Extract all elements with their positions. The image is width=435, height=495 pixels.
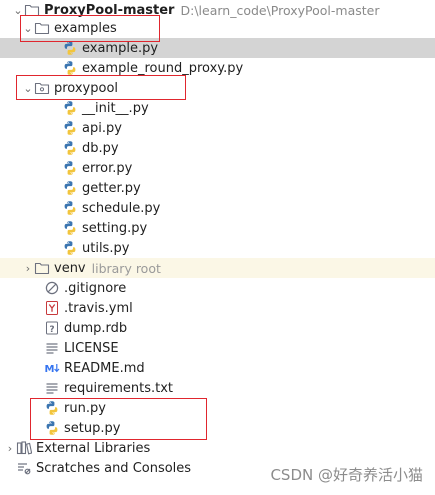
tree-row-examples[interactable]: ⌄ examples: [0, 18, 435, 38]
folder-label: venv: [54, 260, 86, 276]
python-file-icon: [62, 120, 78, 136]
python-file-icon: [44, 400, 60, 416]
scratches-icon: [16, 460, 32, 476]
file-label: __init__.py: [82, 100, 149, 116]
python-file-icon: [62, 140, 78, 156]
tree-row-gitignore[interactable]: .gitignore: [0, 278, 435, 298]
watermark: CSDN @好奇养活小猫: [270, 466, 423, 484]
project-path: D:\learn_code\ProxyPool-master: [180, 2, 380, 18]
file-label: LICENSE: [64, 340, 119, 356]
tree-row-readme[interactable]: M README.md: [0, 358, 435, 378]
file-label: api.py: [82, 120, 122, 136]
tree-row-getter[interactable]: getter.py: [0, 178, 435, 198]
project-name: ProxyPool-master: [44, 2, 175, 18]
file-label: setting.py: [82, 220, 148, 236]
tree-node-label: Scratches and Consoles: [36, 460, 192, 476]
folder-label: examples: [54, 20, 117, 36]
file-label: getter.py: [82, 180, 141, 196]
library-root-hint: library root: [91, 260, 161, 276]
file-label: example.py: [82, 40, 159, 56]
tree-row-error[interactable]: error.py: [0, 158, 435, 178]
libraries-icon: [16, 440, 32, 456]
text-file-icon: [44, 340, 60, 356]
python-file-icon: [62, 220, 78, 236]
tree-row-requirements[interactable]: requirements.txt: [0, 378, 435, 398]
file-label: example_round_proxy.py: [82, 60, 244, 76]
tree-row-schedule[interactable]: schedule.py: [0, 198, 435, 218]
tree-row-venv[interactable]: › venv library root: [0, 258, 435, 278]
folder-icon: [34, 20, 50, 36]
file-label: .gitignore: [64, 280, 127, 296]
folder-icon: [34, 260, 50, 276]
file-label: utils.py: [82, 240, 130, 256]
yaml-icon: [44, 300, 60, 316]
file-label: schedule.py: [82, 200, 161, 216]
file-label: error.py: [82, 160, 133, 176]
unknown-file-icon: ?: [44, 320, 60, 336]
markdown-icon: M: [44, 360, 60, 376]
folder-icon: [24, 2, 40, 18]
tree-row-proxypool[interactable]: ⌄ proxypool: [0, 78, 435, 98]
package-icon: [34, 80, 50, 96]
tree-row-example-round-proxy[interactable]: example_round_proxy.py: [0, 58, 435, 78]
python-file-icon: [62, 60, 78, 76]
svg-text:?: ?: [49, 325, 54, 335]
chevron-down-icon[interactable]: ⌄: [22, 78, 34, 98]
python-file-icon: [62, 180, 78, 196]
python-file-icon: [62, 240, 78, 256]
chevron-down-icon[interactable]: ⌄: [22, 18, 34, 38]
tree-node-label: External Libraries: [36, 440, 151, 456]
tree-row-utils[interactable]: utils.py: [0, 238, 435, 258]
python-file-icon: [62, 200, 78, 216]
chevron-right-icon[interactable]: ›: [22, 258, 34, 278]
tree-row-travis[interactable]: .travis.yml: [0, 298, 435, 318]
tree-row-dump[interactable]: ? dump.rdb: [0, 318, 435, 338]
tree-row-run[interactable]: run.py: [0, 398, 435, 418]
python-file-icon: [62, 160, 78, 176]
file-label: setup.py: [64, 420, 121, 436]
python-file-icon: [44, 420, 60, 436]
file-label: README.md: [64, 360, 145, 376]
python-file-icon: [62, 40, 78, 56]
python-file-icon: [62, 100, 78, 116]
folder-label: proxypool: [54, 80, 119, 96]
file-label: db.py: [82, 140, 119, 156]
chevron-right-icon[interactable]: ›: [4, 438, 16, 458]
tree-row-external-libraries[interactable]: › External Libraries: [0, 438, 435, 458]
tree-row-db[interactable]: db.py: [0, 138, 435, 158]
tree-row-init[interactable]: __init__.py: [0, 98, 435, 118]
text-file-icon: [44, 380, 60, 396]
tree-row-project-root[interactable]: ⌄ ProxyPool-master D:\learn_code\ProxyPo…: [0, 0, 435, 20]
file-label: requirements.txt: [64, 380, 174, 396]
svg-text:M: M: [45, 364, 55, 375]
tree-row-example[interactable]: example.py: [0, 38, 435, 58]
file-label: .travis.yml: [64, 300, 133, 316]
tree-row-setup[interactable]: setup.py: [0, 418, 435, 438]
file-label: run.py: [64, 400, 106, 416]
gitignore-icon: [44, 280, 60, 296]
project-tree: ⌄ ProxyPool-master D:\learn_code\ProxyPo…: [0, 0, 435, 495]
chevron-down-icon[interactable]: ⌄: [12, 0, 24, 20]
tree-row-license[interactable]: LICENSE: [0, 338, 435, 358]
tree-row-api[interactable]: api.py: [0, 118, 435, 138]
tree-row-setting[interactable]: setting.py: [0, 218, 435, 238]
file-label: dump.rdb: [64, 320, 128, 336]
